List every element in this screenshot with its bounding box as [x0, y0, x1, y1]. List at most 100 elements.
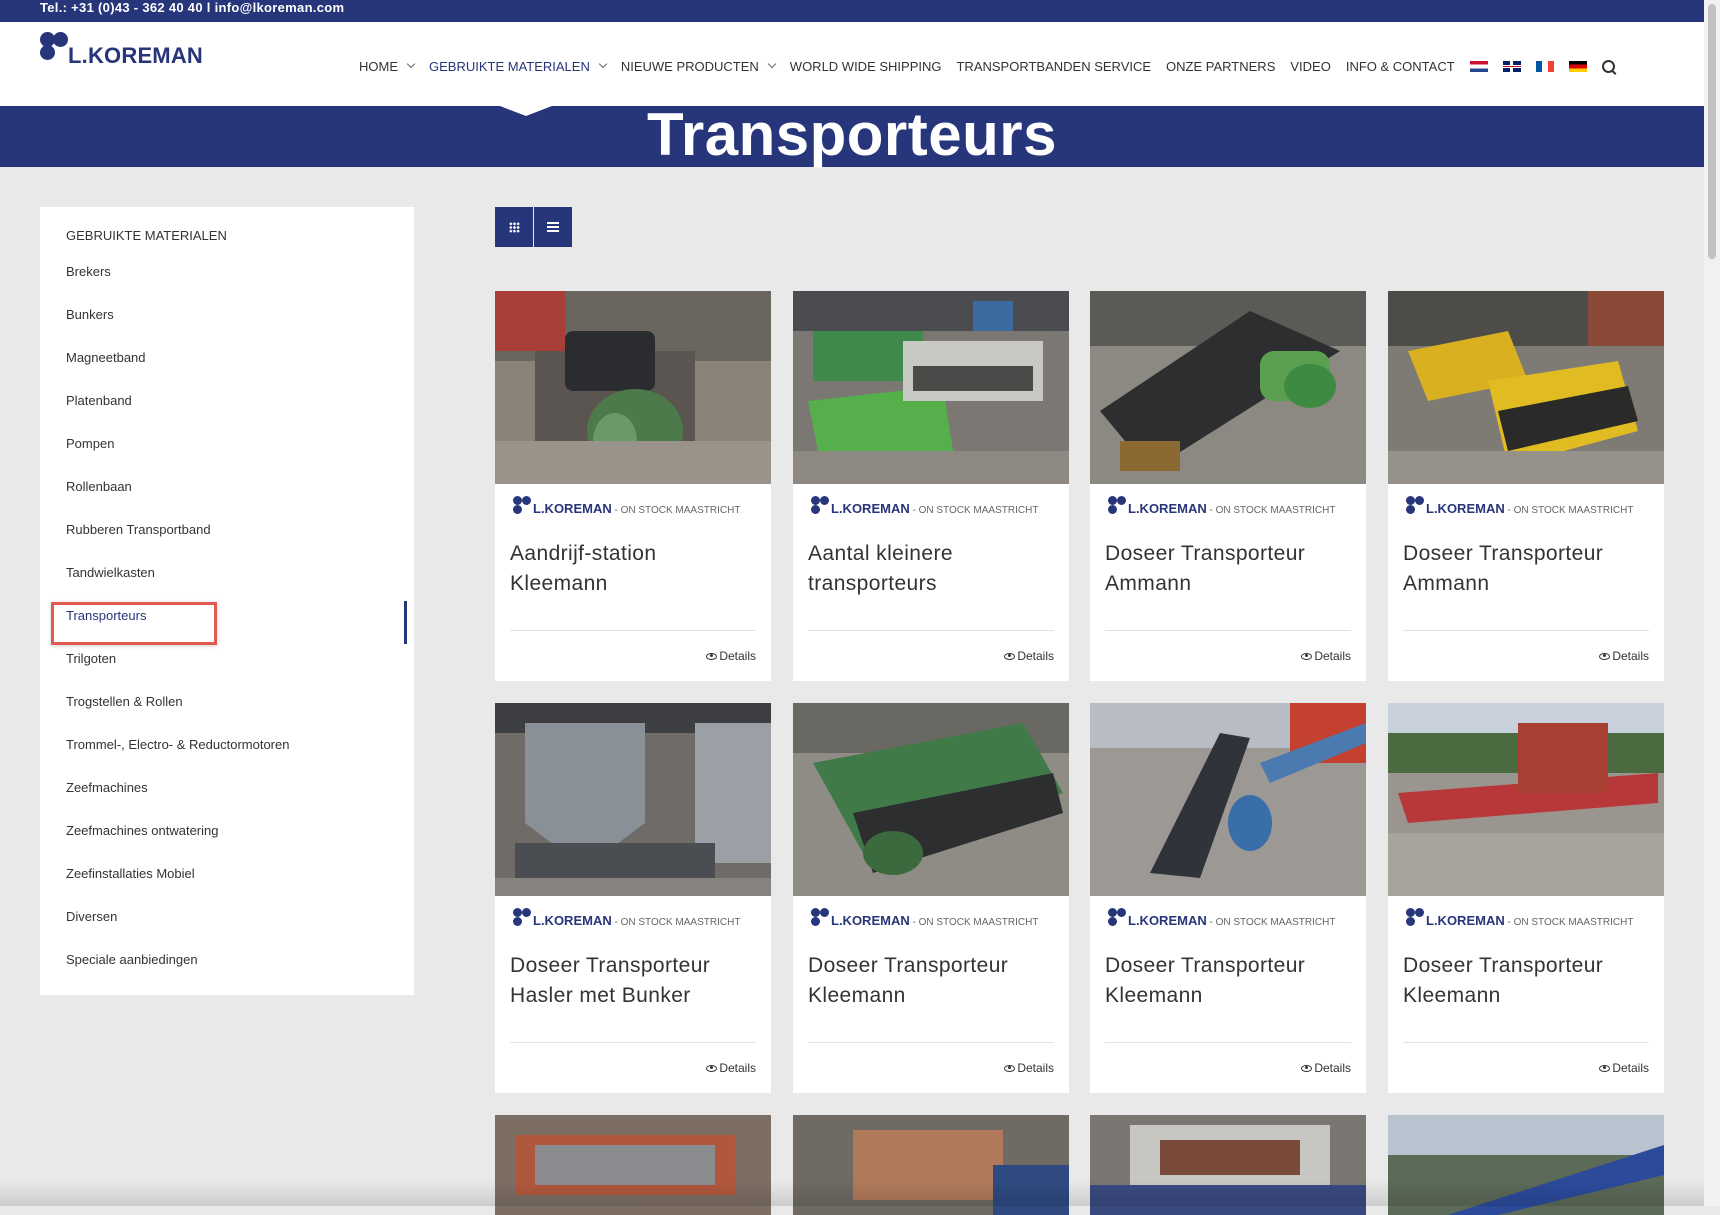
eye-icon [1599, 1064, 1611, 1072]
product-title[interactable]: Doseer Transporteur Kleemann [808, 951, 1058, 1011]
nav-video[interactable]: VIDEO [1290, 59, 1330, 74]
category-sidebar: GEBRUIKTE MATERIALEN Brekers Bunkers Mag… [40, 207, 414, 995]
list-view-button[interactable] [534, 207, 572, 247]
brand-strip: L.KOREMAN - ON STOCK MAASTRICHT [811, 906, 1061, 932]
product-card[interactable]: L.KOREMAN - ON STOCK MAASTRICHT Aantal k… [793, 291, 1069, 681]
product-title[interactable]: Doseer Transporteur Ammann [1105, 539, 1355, 599]
details-link[interactable]: Details [706, 649, 756, 663]
viewport-bottom-shade [0, 1180, 1704, 1206]
logo-clover-icon [1406, 496, 1426, 516]
product-title[interactable]: Doseer Transporteur Hasler met Bunker [510, 951, 760, 1011]
nav-gebruikte-materialen[interactable]: GEBRUIKTE MATERIALEN [429, 59, 608, 74]
logo-clover-icon [811, 908, 831, 928]
product-photo[interactable] [1388, 703, 1664, 896]
brand-name: L.KOREMAN [1426, 501, 1505, 516]
details-label: Details [1612, 1061, 1649, 1075]
eye-icon [1004, 652, 1016, 660]
page-scrollbar[interactable] [1704, 0, 1720, 1206]
details-label: Details [719, 1061, 756, 1075]
brand-strip: L.KOREMAN - ON STOCK MAASTRICHT [1108, 906, 1358, 932]
nav-active-notch [500, 106, 552, 116]
nav-info-contact[interactable]: INFO & CONTACT [1346, 59, 1455, 74]
sidebar-item-zeefmachines[interactable]: Zeefmachines [66, 779, 289, 822]
grid-view-button[interactable] [495, 207, 533, 247]
search-icon[interactable] [1601, 59, 1615, 73]
eye-icon [1301, 652, 1313, 660]
details-link[interactable]: Details [1004, 649, 1054, 663]
top-contact-bar: Tel.: +31 (0)43 - 362 40 40 l info@lkore… [0, 0, 1720, 22]
sidebar-item-trilgoten[interactable]: Trilgoten [66, 650, 289, 693]
product-photo[interactable] [495, 703, 771, 896]
sidebar-item-pompen[interactable]: Pompen [66, 435, 289, 478]
sidebar-item-rubberen-transportband[interactable]: Rubberen Transportband [66, 521, 289, 564]
product-card[interactable]: L.KOREMAN - ON STOCK MAASTRICHT Doseer T… [793, 703, 1069, 1093]
brand-name: L.KOREMAN [533, 501, 612, 516]
product-photo[interactable] [1090, 703, 1366, 896]
product-card[interactable]: L.KOREMAN - ON STOCK MAASTRICHT Doseer T… [495, 703, 771, 1093]
product-title[interactable]: Aantal kleinere transporteurs [808, 539, 1058, 599]
logo-clover-icon [513, 908, 533, 928]
brand-strip: L.KOREMAN - ON STOCK MAASTRICHT [513, 906, 763, 932]
flag-nl-icon[interactable] [1469, 60, 1488, 72]
details-link[interactable]: Details [1004, 1061, 1054, 1075]
card-divider [510, 630, 756, 631]
flag-gb-icon[interactable] [1502, 60, 1521, 72]
product-photo[interactable] [793, 291, 1069, 484]
sidebar-item-motoren[interactable]: Trommel-, Electro- & Reductormotoren [66, 736, 289, 779]
sidebar-item-speciale-aanbiedingen[interactable]: Speciale aanbiedingen [66, 951, 289, 994]
details-link[interactable]: Details [1599, 1061, 1649, 1075]
site-logo[interactable]: L.KOREMAN [38, 30, 203, 70]
product-photo[interactable] [495, 291, 771, 484]
product-card[interactable]: L.KOREMAN - ON STOCK MAASTRICHT Doseer T… [1090, 703, 1366, 1093]
flag-fr-icon[interactable] [1535, 60, 1554, 72]
product-title[interactable]: Doseer Transporteur Kleemann [1403, 951, 1653, 1011]
sidebar-item-platenband[interactable]: Platenband [66, 392, 289, 435]
flag-de-icon[interactable] [1568, 60, 1587, 72]
product-photo[interactable] [1388, 291, 1664, 484]
details-link[interactable]: Details [1599, 649, 1649, 663]
brand-suffix: - ON STOCK MAASTRICHT [1504, 505, 1634, 516]
brand-suffix: - ON STOCK MAASTRICHT [909, 917, 1039, 928]
sidebar-item-bunkers[interactable]: Bunkers [66, 306, 289, 349]
scrollbar-thumb[interactable] [1708, 4, 1716, 259]
sidebar-item-diversen[interactable]: Diversen [66, 908, 289, 951]
nav-onze-partners[interactable]: ONZE PARTNERS [1166, 59, 1275, 74]
sidebar-item-transporteurs[interactable]: Transporteurs [66, 607, 289, 650]
sidebar-item-trogstellen[interactable]: Trogstellen & Rollen [66, 693, 289, 736]
product-card[interactable]: L.KOREMAN - ON STOCK MAASTRICHT Doseer T… [1388, 703, 1664, 1093]
card-divider [1403, 630, 1649, 631]
page-title: Transporteurs [647, 101, 1057, 168]
sidebar-item-zeefinstallaties-mobiel[interactable]: Zeefinstallaties Mobiel [66, 865, 289, 908]
product-card[interactable]: L.KOREMAN - ON STOCK MAASTRICHT Aandrijf… [495, 291, 771, 681]
product-title[interactable]: Doseer Transporteur Kleemann [1105, 951, 1355, 1011]
logo-clover-icon [38, 30, 72, 66]
sidebar-item-brekers[interactable]: Brekers [66, 263, 289, 306]
details-link[interactable]: Details [1301, 1061, 1351, 1075]
eye-icon [706, 652, 718, 660]
brand-strip: L.KOREMAN - ON STOCK MAASTRICHT [1108, 494, 1358, 520]
details-link[interactable]: Details [1301, 649, 1351, 663]
sidebar-active-indicator [404, 601, 407, 644]
logo-text: L.KOREMAN [68, 43, 204, 68]
site-header: L.KOREMAN HOME GEBRUIKTE MATERIALEN NIEU… [0, 22, 1704, 106]
product-card[interactable]: L.KOREMAN - ON STOCK MAASTRICHT Doseer T… [1388, 291, 1664, 681]
nav-nieuwe-producten[interactable]: NIEUWE PRODUCTEN [621, 59, 777, 74]
product-title[interactable]: Aandrijf-station Kleemann [510, 539, 760, 599]
brand-suffix: - ON STOCK MAASTRICHT [611, 917, 741, 928]
sidebar-item-tandwielkasten[interactable]: Tandwielkasten [66, 564, 289, 607]
card-divider [1403, 1042, 1649, 1043]
sidebar-item-magneetband[interactable]: Magneetband [66, 349, 289, 392]
sidebar-title[interactable]: GEBRUIKTE MATERIALEN [66, 228, 227, 243]
sidebar-item-rollenbaan[interactable]: Rollenbaan [66, 478, 289, 521]
nav-transportbanden-service[interactable]: TRANSPORTBANDEN SERVICE [956, 59, 1151, 74]
nav-world-wide-shipping[interactable]: WORLD WIDE SHIPPING [790, 59, 942, 74]
chevron-down-icon [406, 59, 416, 69]
product-photo[interactable] [793, 703, 1069, 896]
product-card[interactable]: L.KOREMAN - ON STOCK MAASTRICHT Doseer T… [1090, 291, 1366, 681]
nav-home[interactable]: HOME [359, 59, 416, 74]
details-link[interactable]: Details [706, 1061, 756, 1075]
product-title[interactable]: Doseer Transporteur Ammann [1403, 539, 1653, 599]
product-photo[interactable] [1090, 291, 1366, 484]
sidebar-item-zeefmachines-ontwatering[interactable]: Zeefmachines ontwatering [66, 822, 289, 865]
logo-clover-icon [513, 496, 533, 516]
